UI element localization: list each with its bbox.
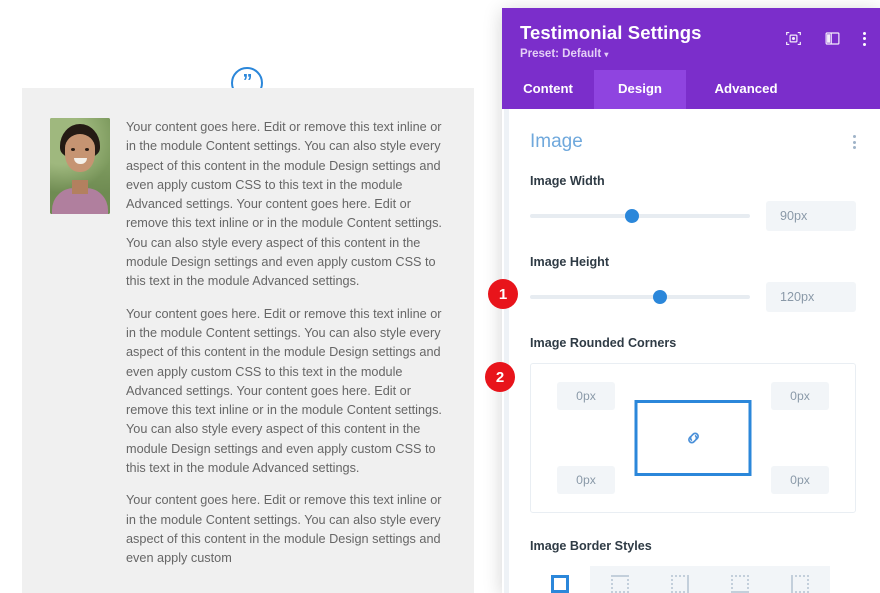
testimonial-paragraph: Your content goes here. Edit or remove t…: [126, 493, 442, 566]
section-title[interactable]: Image: [530, 131, 583, 153]
slider-handle[interactable]: [653, 290, 668, 304]
border-bottom-icon: [731, 575, 749, 593]
border-styles-control: [530, 566, 856, 593]
corner-input-top-left[interactable]: 0px: [557, 382, 615, 410]
border-style-top-button[interactable]: [590, 566, 650, 593]
testimonial-paragraph: Your content goes here. Edit or remove t…: [126, 306, 442, 476]
testimonial-settings-panel: Testimonial Settings Preset: Default ▾ C…: [502, 8, 880, 593]
focus-target-icon[interactable]: [785, 30, 802, 47]
tab-content[interactable]: Content: [502, 70, 594, 109]
image-width-label: Image Width: [530, 174, 605, 188]
preset-selector[interactable]: Preset: Default ▾: [520, 48, 862, 60]
panel-header-actions: [785, 30, 866, 47]
image-height-slider[interactable]: [530, 290, 750, 304]
image-height-control: 120px: [530, 282, 856, 312]
testimonial-paragraph: Your content goes here. Edit or remove t…: [126, 120, 442, 289]
image-section-header: Image: [530, 131, 856, 153]
rounded-corners-label: Image Rounded Corners: [530, 336, 677, 350]
panel-tabs: Content Design Advanced: [502, 70, 880, 109]
rounded-corners-control: 0px 0px 0px 0px: [530, 363, 856, 513]
tab-design[interactable]: Design: [594, 70, 686, 109]
corner-input-top-right[interactable]: 0px: [771, 382, 829, 410]
image-width-value[interactable]: 90px: [766, 201, 856, 231]
testimonial-module[interactable]: Your content goes here. Edit or remove t…: [22, 88, 474, 593]
panel-body: Image Image Width 90px Image Height 120p…: [502, 109, 880, 593]
border-all-icon: [551, 575, 569, 593]
image-width-slider[interactable]: [530, 209, 750, 223]
preset-label: Preset: Default: [520, 48, 602, 60]
border-style-all-button[interactable]: [530, 566, 590, 593]
layout-panel-icon[interactable]: [824, 30, 841, 47]
testimonial-text: Your content goes here. Edit or remove t…: [126, 118, 446, 593]
panel-header: Testimonial Settings Preset: Default ▾: [502, 8, 880, 70]
screenshot-root: ” Your content goes here. Edit or remove…: [0, 0, 880, 593]
slider-handle[interactable]: [624, 209, 639, 223]
border-styles-label: Image Border Styles: [530, 539, 652, 553]
image-width-control: 90px: [530, 201, 856, 231]
border-style-right-button[interactable]: [650, 566, 710, 593]
image-height-value[interactable]: 120px: [766, 282, 856, 312]
annotation-badge-2: 2: [485, 362, 515, 392]
more-options-icon[interactable]: [863, 31, 866, 46]
border-right-icon: [671, 575, 689, 593]
chevron-down-icon: ▾: [604, 50, 609, 59]
border-style-left-button[interactable]: [770, 566, 830, 593]
tab-advanced[interactable]: Advanced: [686, 70, 806, 109]
panel-scrollbar[interactable]: [504, 109, 509, 593]
image-height-label: Image Height: [530, 255, 610, 269]
corner-input-bottom-right[interactable]: 0px: [771, 466, 829, 494]
section-more-icon[interactable]: [853, 135, 856, 149]
border-top-icon: [611, 575, 629, 593]
corner-input-bottom-left[interactable]: 0px: [557, 466, 615, 494]
avatar: [50, 118, 110, 214]
border-left-icon: [791, 575, 809, 593]
border-style-bottom-button[interactable]: [710, 566, 770, 593]
link-chain-icon: [687, 432, 699, 444]
annotation-badge-1: 1: [488, 279, 518, 309]
corner-preview-box: [634, 400, 752, 476]
